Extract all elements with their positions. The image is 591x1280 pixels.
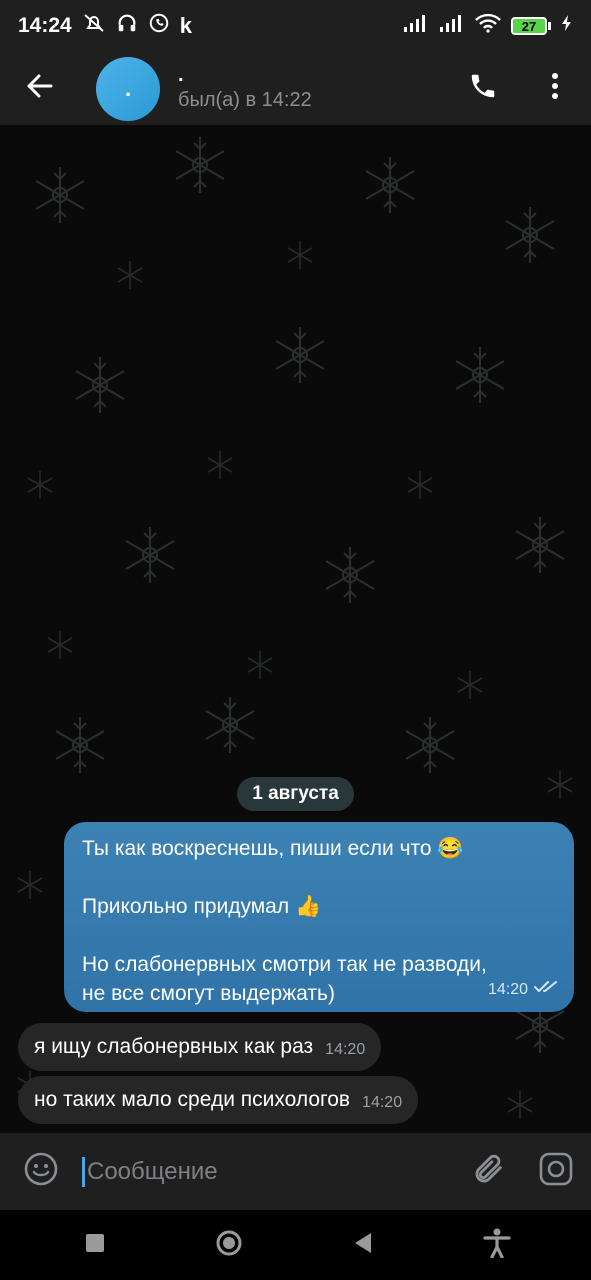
message-time: 14:20: [362, 1094, 403, 1111]
incoming-message[interactable]: но таких мало среди психологов 14:20: [18, 1076, 419, 1124]
accessibility-button[interactable]: [430, 1210, 564, 1280]
contact-name: .: [178, 64, 184, 86]
message-text: но таких мало среди психологов: [34, 1088, 351, 1111]
message-line: Ты как воскреснешь, пиши если что 😂: [82, 837, 464, 860]
header-actions: [447, 52, 591, 125]
more-button[interactable]: [519, 52, 591, 125]
attach-button[interactable]: [457, 1133, 521, 1210]
message-line: не все смогут выдержать): [82, 982, 335, 1005]
message-meta: 14:20: [488, 975, 560, 1004]
recent-apps-button[interactable]: [28, 1210, 162, 1280]
message-input[interactable]: Сообщение: [82, 1152, 457, 1192]
message-time: 14:20: [325, 1041, 366, 1058]
emoji-icon: [23, 1151, 59, 1192]
camera-button[interactable]: [521, 1133, 591, 1210]
incoming-message[interactable]: я ищу слабонервных как раз 14:20: [18, 1023, 382, 1071]
telegram-chat-screen: 14:24 k 27 . . был(а) в 14:22 1 августа …: [0, 0, 591, 1280]
status-right: 27: [403, 13, 573, 39]
message-line: Но слабонервных смотри так не разводи,: [82, 953, 487, 976]
contact-last-seen: был(а) в 14:22: [178, 89, 312, 111]
double-check-icon: [534, 975, 560, 1004]
emoji-button[interactable]: [0, 1133, 82, 1210]
contact-info[interactable]: . был(а) в 14:22: [178, 65, 312, 112]
wifi-icon: [475, 13, 501, 39]
message-line: Прикольно придумал 👍: [82, 895, 322, 918]
whatsapp-icon: [148, 12, 170, 40]
signal-icon-2: [439, 13, 465, 39]
chat-area[interactable]: 1 августа Ты как воскреснешь, пиши если …: [0, 125, 591, 1133]
attach-icon: [472, 1152, 506, 1191]
charging-icon: [561, 14, 573, 38]
text-cursor: [82, 1156, 85, 1187]
home-icon: [215, 1229, 243, 1262]
more-vertical-icon: [551, 72, 559, 105]
back-nav-button[interactable]: [296, 1210, 430, 1280]
app-k-icon: k: [179, 13, 192, 38]
message-placeholder: Сообщение: [87, 1157, 218, 1185]
dnd-off-icon: [82, 11, 106, 41]
message-time: 14:20: [487, 981, 528, 998]
accessibility-icon: [482, 1228, 511, 1263]
home-button[interactable]: [162, 1210, 296, 1280]
status-left: 14:24 k: [18, 11, 192, 41]
chat-header: . . был(а) в 14:22: [0, 52, 591, 125]
message-text: я ищу слабонервных как раз: [34, 1035, 314, 1058]
date-separator: 1 августа: [237, 777, 354, 811]
battery-level: 27: [511, 17, 547, 35]
recent-apps-icon: [85, 1233, 105, 1258]
signal-icon-1: [403, 13, 429, 39]
back-button[interactable]: [4, 52, 76, 125]
status-bar: 14:24 k 27: [0, 0, 591, 52]
battery-icon: 27: [511, 17, 551, 35]
outgoing-message[interactable]: Ты как воскреснешь, пиши если что 😂 Прик…: [64, 822, 574, 1012]
system-navigation-bar: [0, 1210, 591, 1280]
headphones-icon: [116, 12, 138, 40]
contact-avatar[interactable]: .: [96, 56, 160, 121]
camera-icon: [539, 1152, 573, 1191]
call-button[interactable]: [447, 52, 519, 125]
message-composer: Сообщение: [0, 1133, 591, 1210]
status-time: 14:24: [18, 14, 72, 37]
back-arrow-icon: [25, 71, 55, 106]
phone-icon: [468, 71, 498, 106]
back-triangle-icon: [353, 1232, 373, 1259]
